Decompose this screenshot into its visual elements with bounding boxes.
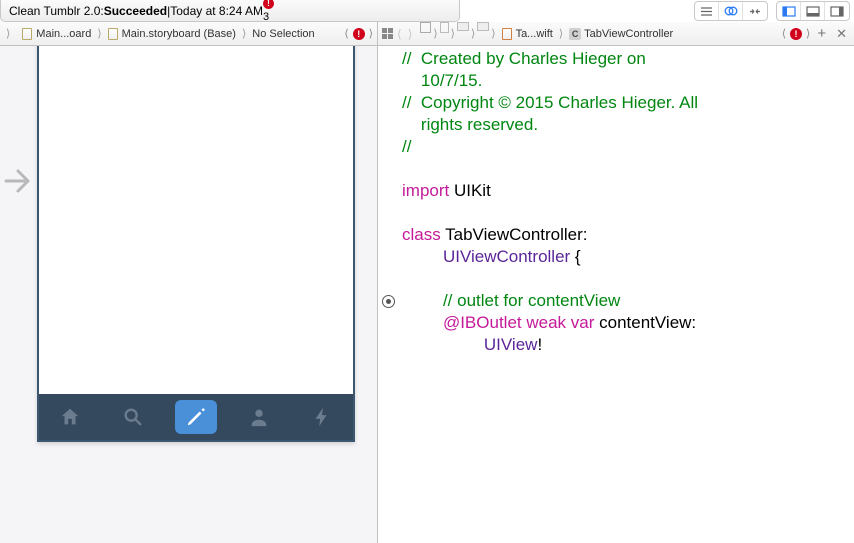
jump-bar-segment-swift[interactable]: Ta...wift bbox=[496, 22, 559, 45]
project-name: Clean Tumblr 2.0: bbox=[9, 4, 104, 18]
compose-tab-button[interactable] bbox=[175, 400, 217, 434]
comment-line: rights reserved. bbox=[421, 115, 538, 134]
jump-bar-label: Main...oard bbox=[36, 28, 91, 40]
chevron-right-icon: ⟩ bbox=[451, 22, 455, 45]
assistant-editor-button[interactable] bbox=[719, 2, 743, 20]
storyboard-file-icon bbox=[108, 28, 118, 40]
storyboard-file-icon bbox=[22, 28, 32, 40]
jump-bar-label: TabViewController bbox=[584, 28, 673, 40]
code-area[interactable]: // Created by Charles Hieger on 10/7/15.… bbox=[400, 46, 854, 543]
chevron-right-icon: ⟩ bbox=[471, 22, 475, 45]
keyword-import: import bbox=[402, 181, 449, 200]
lightning-icon bbox=[311, 406, 333, 428]
jump-bar-back[interactable]: ⟩ bbox=[0, 22, 16, 45]
build-status-pill: Clean Tumblr 2.0: Succeeded | Today at 8… bbox=[0, 0, 460, 22]
app-tab-bar bbox=[39, 394, 353, 440]
toolbar-right bbox=[694, 0, 850, 22]
add-assistant-button[interactable]: + bbox=[814, 25, 829, 42]
jump-bar-segment-selection[interactable]: No Selection bbox=[246, 22, 320, 45]
jump-bar-label: Ta...wift bbox=[516, 28, 553, 40]
interface-builder-canvas[interactable] bbox=[0, 46, 378, 543]
person-icon bbox=[248, 406, 270, 428]
home-icon bbox=[59, 406, 81, 428]
error-icon: ! bbox=[263, 0, 274, 9]
search-tab-button[interactable] bbox=[112, 400, 154, 434]
error-count: 3 bbox=[263, 11, 269, 23]
activity-tab-button[interactable] bbox=[301, 400, 343, 434]
chevron-right-icon: ⟩ bbox=[433, 22, 437, 45]
class-name: TabViewController: bbox=[441, 225, 588, 244]
brace: { bbox=[570, 247, 580, 266]
type-name: UIView bbox=[484, 335, 538, 354]
panel-toggle-group bbox=[776, 1, 850, 21]
history-forward-button[interactable]: ⟩ bbox=[406, 27, 415, 41]
entry-point-arrow-icon bbox=[4, 161, 34, 201]
source-editor: // Created by Charles Hieger on 10/7/15.… bbox=[378, 46, 854, 543]
toggle-utilities-button[interactable] bbox=[825, 2, 849, 20]
jump-bar-left: ⟩ Main...oard ⟩ Main.storyboard (Base) ⟩… bbox=[0, 22, 378, 46]
bang: ! bbox=[537, 335, 542, 354]
simulated-device-frame[interactable] bbox=[37, 46, 355, 442]
error-icon[interactable]: ! bbox=[790, 28, 802, 40]
comment-line: // bbox=[402, 137, 411, 156]
jump-bar-segment-file[interactable]: Main...oard bbox=[16, 22, 97, 45]
jump-bar-label: No Selection bbox=[252, 28, 314, 40]
property-name: contentView: bbox=[594, 313, 696, 332]
outlet-connection-icon[interactable] bbox=[382, 295, 395, 308]
keyword-weak: weak bbox=[522, 313, 566, 332]
build-timestamp: Today at 8:24 AM bbox=[170, 4, 263, 18]
swift-file-icon bbox=[502, 28, 512, 40]
related-items-icon[interactable] bbox=[382, 28, 393, 39]
profile-tab-button[interactable] bbox=[238, 400, 280, 434]
keyword-class: class bbox=[402, 225, 441, 244]
editor-mode-group bbox=[694, 1, 768, 21]
comment-line: Copyright © 2015 Charles Hieger. All bbox=[421, 93, 698, 112]
standard-editor-button[interactable] bbox=[695, 2, 719, 20]
comment-line: Created by Charles Hieger on bbox=[421, 49, 646, 68]
jump-bar-label: Main.storyboard (Base) bbox=[122, 28, 236, 40]
jump-bar-right: ⟨ ⟩ ⟩ ⟩ ⟩ ⟩ Ta...wift ⟩ CTabViewControll… bbox=[378, 22, 854, 46]
toggle-debug-button[interactable] bbox=[801, 2, 825, 20]
error-indicator[interactable]: ! 3 bbox=[263, 0, 274, 23]
version-editor-button[interactable] bbox=[743, 2, 767, 20]
source-gutter[interactable] bbox=[378, 46, 400, 543]
history-back-button[interactable]: ⟨ bbox=[344, 27, 348, 40]
search-icon bbox=[122, 406, 144, 428]
class-icon: C bbox=[569, 28, 581, 40]
history-forward-button[interactable]: ⟩ bbox=[806, 27, 810, 40]
pencil-icon bbox=[185, 406, 207, 428]
folder-icon[interactable] bbox=[457, 22, 469, 31]
type-name: UIViewController bbox=[443, 247, 570, 266]
toggle-navigator-button[interactable] bbox=[777, 2, 801, 20]
attribute-iboutlet: @IBOutlet bbox=[443, 313, 522, 332]
comment-line: 10/7/15. bbox=[421, 71, 482, 90]
comment-line: // outlet for contentView bbox=[443, 291, 620, 310]
folder-icon[interactable] bbox=[477, 22, 489, 31]
doc-icon[interactable] bbox=[440, 22, 449, 33]
panel-icon[interactable] bbox=[420, 22, 431, 33]
build-status-text: Succeeded bbox=[104, 4, 167, 18]
home-tab-button[interactable] bbox=[49, 400, 91, 434]
module-name: UIKit bbox=[449, 181, 491, 200]
comment-line: // bbox=[402, 93, 421, 112]
history-back-button[interactable]: ⟨ bbox=[395, 27, 404, 41]
comment-line: // bbox=[402, 49, 421, 68]
error-icon[interactable]: ! bbox=[353, 28, 365, 40]
jump-bar-segment-class[interactable]: CTabViewController bbox=[563, 22, 679, 45]
close-assistant-button[interactable]: ✕ bbox=[833, 26, 850, 42]
jump-bar-segment-base[interactable]: Main.storyboard (Base) bbox=[102, 22, 242, 45]
keyword-var: var bbox=[566, 313, 594, 332]
history-back-button[interactable]: ⟨ bbox=[782, 27, 786, 40]
history-forward-button[interactable]: ⟩ bbox=[369, 27, 373, 40]
